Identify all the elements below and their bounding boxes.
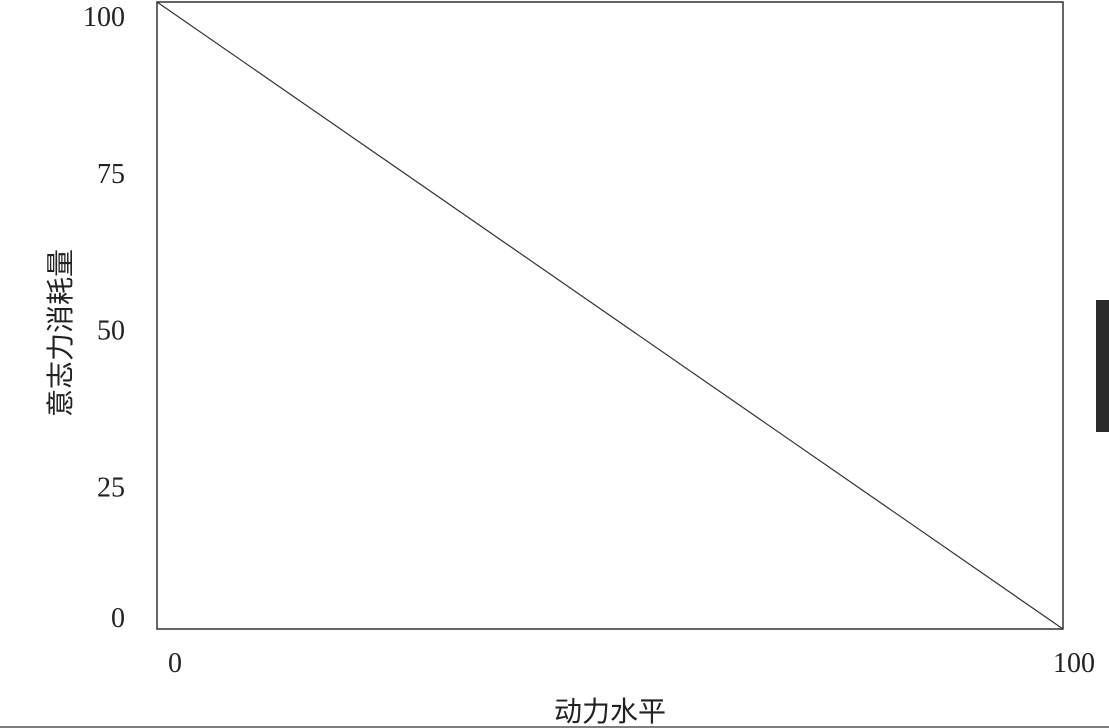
y-tick-label: 0 <box>111 603 125 634</box>
y-axis-label: 意志力消耗量 <box>44 249 77 417</box>
y-tick-label: 75 <box>97 159 125 190</box>
x-axis-ticks: 0 100 <box>168 648 1095 679</box>
y-tick-label: 50 <box>97 316 125 347</box>
x-axis-label: 动力水平 <box>554 695 666 728</box>
x-tick-label: 100 <box>1053 648 1095 679</box>
x-tick-label: 0 <box>168 648 182 679</box>
series-line <box>156 1 1064 630</box>
side-scroll-marker <box>1096 300 1109 432</box>
y-axis-ticks: 0 25 50 75 100 <box>83 2 125 634</box>
y-tick-label: 100 <box>83 2 125 33</box>
line-chart: 0 25 50 75 100 0 100 意志力消耗量 动力水平 <box>0 1 1109 728</box>
y-tick-label: 25 <box>97 472 125 503</box>
series-group <box>156 1 1064 630</box>
